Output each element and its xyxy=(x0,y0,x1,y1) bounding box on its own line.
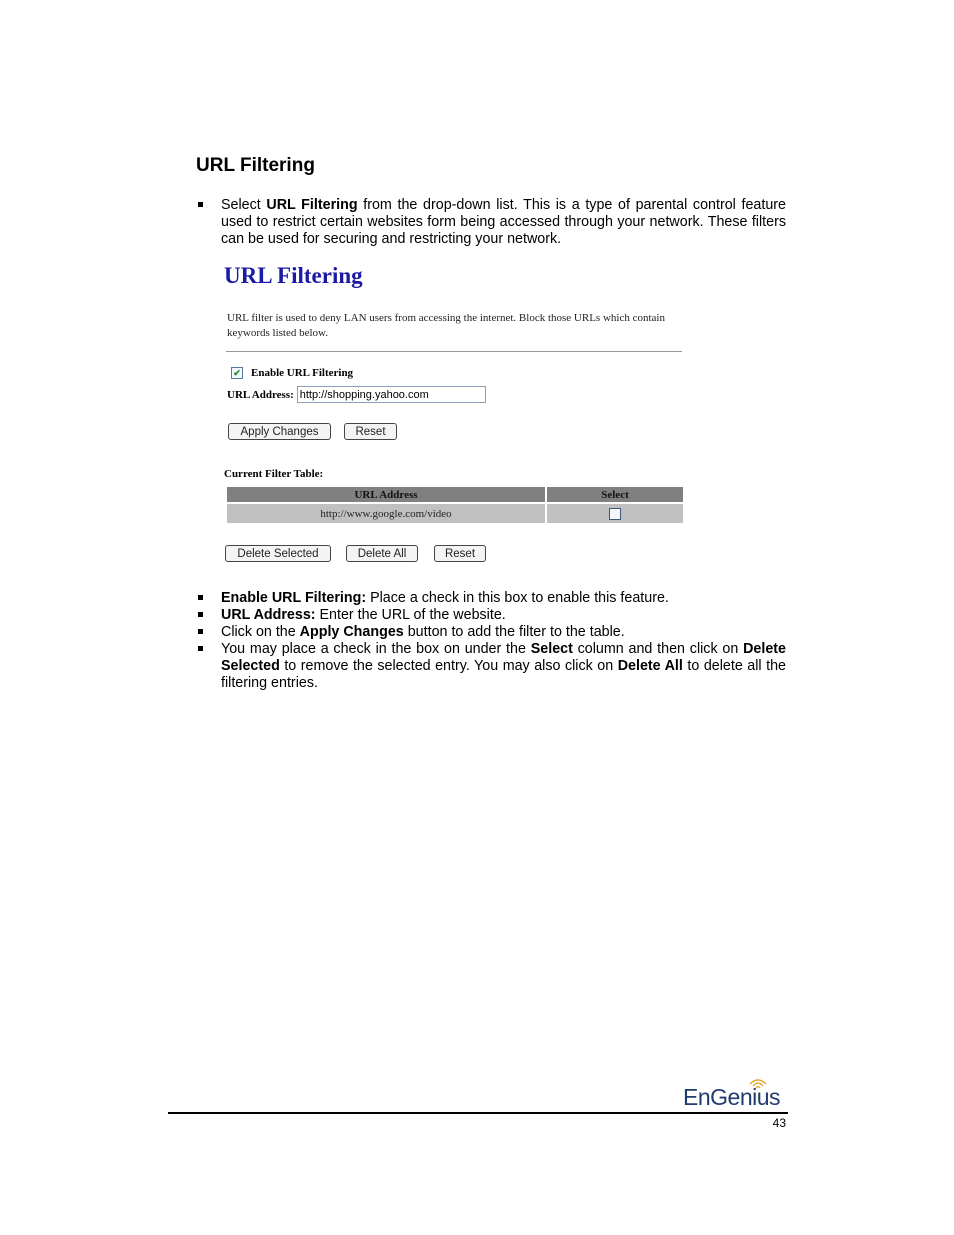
row-url-address: http://www.google.com/video xyxy=(227,504,545,523)
url-address-input[interactable] xyxy=(296,386,486,403)
page-number: 43 xyxy=(772,1116,786,1130)
apply-changes-button[interactable]: Apply Changes xyxy=(228,423,331,440)
delete-all-button[interactable]: Delete All xyxy=(346,545,418,562)
intro-bullet: Select URL Filtering from the drop-down … xyxy=(196,197,786,248)
table-header-row: URL Address Select xyxy=(227,487,683,502)
details-list: Enable URL Filtering: Place a check in t… xyxy=(196,590,786,692)
logo-text: EnGenius xyxy=(683,1084,781,1110)
current-filter-table: URL Address Select http://www.google.com… xyxy=(225,485,685,525)
intro-bold: URL Filtering xyxy=(266,197,358,213)
detail-text: Place a check in this box to enable this… xyxy=(366,590,669,606)
detail-text: You may place a check in the box on unde… xyxy=(221,641,531,657)
enable-url-filtering-row: ✔ Enable URL Filtering xyxy=(231,367,353,379)
section-title: URL Filtering xyxy=(196,155,315,176)
detail-text: button to add the filter to the table. xyxy=(403,624,625,640)
detail-bullet: Click on the Apply Changes button to add… xyxy=(196,624,786,641)
enable-url-filtering-checkbox[interactable]: ✔ xyxy=(231,367,243,379)
detail-term: Select xyxy=(530,641,573,657)
detail-term: Apply Changes xyxy=(299,624,404,640)
url-address-row: URL Address: xyxy=(227,386,486,403)
detail-text: Enter the URL of the website. xyxy=(315,607,506,623)
delete-selected-button[interactable]: Delete Selected xyxy=(225,545,331,562)
table-row: http://www.google.com/video xyxy=(227,504,683,523)
detail-text: column and then click on xyxy=(572,641,744,657)
intro-text: Select xyxy=(221,197,267,213)
screenshot-title: URL Filtering xyxy=(224,263,363,288)
screenshot-description: URL filter is used to deny LAN users fro… xyxy=(227,312,665,339)
reset-button[interactable]: Reset xyxy=(344,423,397,440)
detail-term: URL Address: xyxy=(221,607,316,623)
row-select-checkbox[interactable] xyxy=(609,507,621,520)
current-filter-table-label: Current Filter Table: xyxy=(224,468,324,480)
divider xyxy=(226,351,682,352)
detail-text: to remove the selected entry. You may al… xyxy=(279,658,618,674)
footer-divider xyxy=(168,1112,788,1114)
detail-bullet: Enable URL Filtering: Place a check in t… xyxy=(196,590,786,607)
column-header-url-address: URL Address xyxy=(227,487,545,502)
intro-list: Select URL Filtering from the drop-down … xyxy=(196,197,786,248)
url-filtering-screenshot: URL Filtering URL filter is used to deny… xyxy=(222,258,692,578)
detail-term: Delete All xyxy=(617,658,683,674)
enable-url-filtering-label: Enable URL Filtering xyxy=(251,367,354,379)
column-header-select: Select xyxy=(547,487,683,502)
engenius-logo: EnGenius xyxy=(683,1077,789,1111)
url-address-label: URL Address: xyxy=(227,388,294,401)
detail-bullet: You may place a check in the box on unde… xyxy=(196,641,786,692)
reset-table-button[interactable]: Reset xyxy=(434,545,486,562)
detail-term: Enable URL Filtering: xyxy=(221,590,367,606)
detail-bullet: URL Address: Enter the URL of the websit… xyxy=(196,607,786,624)
row-select-cell xyxy=(547,504,683,523)
detail-text: Click on the xyxy=(221,624,300,640)
